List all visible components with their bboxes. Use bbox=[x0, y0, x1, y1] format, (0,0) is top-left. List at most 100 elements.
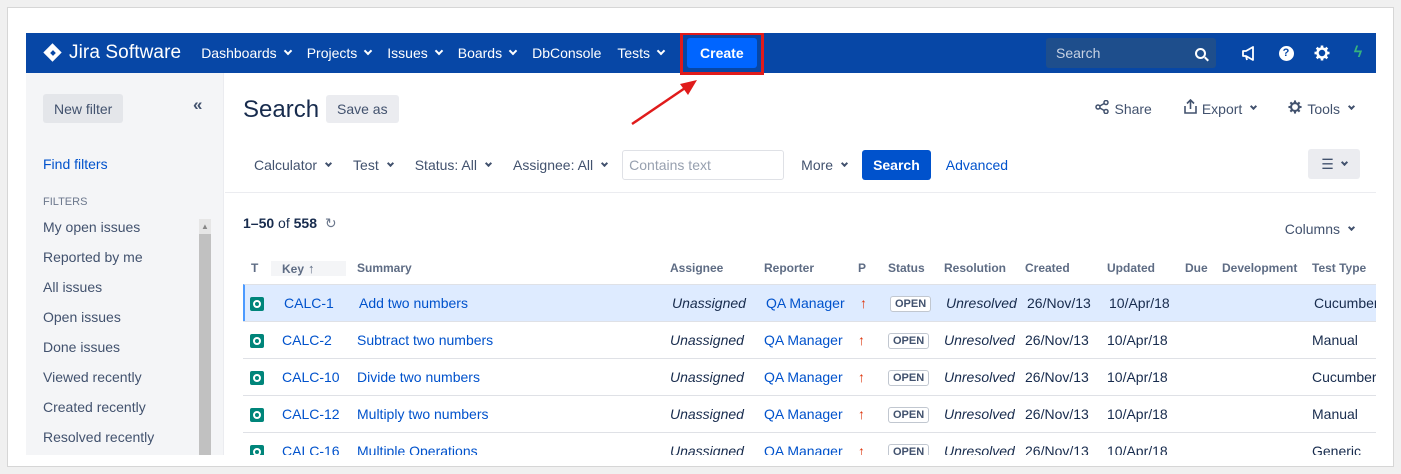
issue-key-link[interactable]: CALC-2 bbox=[271, 332, 346, 348]
cell-test-type: Cucumber bbox=[1314, 295, 1376, 311]
col-resolution[interactable]: Resolution bbox=[934, 261, 1015, 275]
reporter-link[interactable]: QA Manager bbox=[754, 406, 848, 422]
layout-switcher-button[interactable]: ☰ bbox=[1308, 149, 1360, 179]
nav-tests[interactable]: Tests bbox=[609, 33, 672, 73]
find-filters-link[interactable]: Find filters bbox=[43, 156, 108, 172]
nav-issues[interactable]: Issues bbox=[379, 33, 449, 73]
nav-dashboards[interactable]: Dashboards bbox=[193, 33, 299, 73]
sidebar-scrollbar-thumb[interactable] bbox=[199, 234, 211, 455]
status-filter[interactable]: Status: All bbox=[404, 150, 502, 180]
collapse-sidebar-icon[interactable]: « bbox=[193, 95, 203, 115]
col-development[interactable]: Development bbox=[1212, 261, 1302, 275]
status-badge: OPEN bbox=[888, 333, 930, 349]
col-updated[interactable]: Updated bbox=[1097, 261, 1175, 275]
global-search-input[interactable]: Search bbox=[1046, 38, 1216, 68]
product-logo[interactable]: Jira Software bbox=[43, 42, 181, 64]
col-type[interactable]: T bbox=[243, 261, 271, 275]
app-switcher-icon[interactable]: ϟ bbox=[1340, 33, 1376, 73]
nav-dbconsole[interactable]: DbConsole bbox=[524, 33, 609, 73]
gear-icon[interactable] bbox=[1304, 33, 1340, 73]
cell-assignee: Unassigned bbox=[670, 406, 744, 422]
share-button[interactable]: Share bbox=[1095, 99, 1152, 118]
issue-summary-link[interactable]: Subtract two numbers bbox=[346, 332, 660, 348]
issue-summary-link[interactable]: Add two numbers bbox=[348, 295, 662, 311]
cell-test-type: Cucumber bbox=[1312, 369, 1376, 385]
filter-all-issues[interactable]: All issues bbox=[43, 279, 154, 309]
col-test-type[interactable]: Test Type bbox=[1302, 261, 1376, 275]
col-priority[interactable]: P bbox=[848, 261, 878, 275]
filter-viewed-recently[interactable]: Viewed recently bbox=[43, 369, 154, 399]
issue-key-link[interactable]: CALC-10 bbox=[271, 369, 346, 385]
filter-reported-by-me[interactable]: Reported by me bbox=[43, 249, 154, 279]
cell-resolution: Unresolved bbox=[944, 369, 1015, 385]
test-type-icon bbox=[250, 445, 264, 455]
assignee-filter[interactable]: Assignee: All bbox=[502, 150, 618, 180]
cell-updated: 10/Apr/18 bbox=[1107, 406, 1168, 422]
table-row[interactable]: CALC-2 Subtract two numbers Unassigned Q… bbox=[243, 321, 1376, 358]
filter-list: My open issues Reported by me All issues… bbox=[43, 219, 154, 455]
divider bbox=[225, 192, 1376, 193]
col-assignee[interactable]: Assignee bbox=[660, 261, 754, 275]
col-due[interactable]: Due bbox=[1175, 261, 1212, 275]
test-type-icon bbox=[250, 371, 264, 386]
share-icon bbox=[1095, 99, 1110, 118]
table-row[interactable]: CALC-16 Multiple Operations Unassigned Q… bbox=[243, 432, 1376, 455]
nav-boards[interactable]: Boards bbox=[450, 33, 524, 73]
megaphone-icon[interactable] bbox=[1232, 33, 1268, 73]
main-content: Search Save as Share Export Tools Calcul… bbox=[225, 73, 1376, 455]
nav-label: Tests bbox=[617, 45, 651, 61]
col-summary[interactable]: Summary bbox=[346, 261, 660, 275]
table-row[interactable]: CALC-12 Multiply two numbers Unassigned … bbox=[243, 395, 1376, 432]
cell-updated: 10/Apr/18 bbox=[1109, 295, 1170, 311]
reporter-link[interactable]: QA Manager bbox=[756, 295, 850, 311]
cell-test-type: Manual bbox=[1312, 406, 1358, 422]
project-filter[interactable]: Calculator bbox=[243, 150, 342, 180]
search-icon bbox=[1195, 47, 1206, 59]
reporter-link[interactable]: QA Manager bbox=[754, 369, 848, 385]
issue-key-link[interactable]: CALC-1 bbox=[273, 295, 348, 311]
issue-key-link[interactable]: CALC-12 bbox=[271, 406, 346, 422]
filter-my-open-issues[interactable]: My open issues bbox=[43, 219, 154, 249]
export-button[interactable]: Export bbox=[1184, 98, 1258, 118]
scroll-up-icon[interactable]: ▲ bbox=[199, 222, 211, 232]
filter-open-issues[interactable]: Open issues bbox=[43, 309, 154, 339]
issue-summary-link[interactable]: Multiple Operations bbox=[346, 443, 660, 455]
cell-updated: 10/Apr/18 bbox=[1107, 443, 1168, 455]
filter-done-issues[interactable]: Done issues bbox=[43, 339, 154, 369]
jira-logo-icon bbox=[43, 43, 63, 63]
contains-text-input[interactable] bbox=[622, 150, 785, 180]
filters-heading: FILTERS bbox=[43, 196, 88, 208]
col-key[interactable]: Key ↑ bbox=[271, 260, 346, 276]
tools-label: Tools bbox=[1307, 100, 1340, 117]
type-filter[interactable]: Test bbox=[342, 150, 404, 180]
search-button[interactable]: Search bbox=[862, 150, 931, 180]
help-icon[interactable]: ? bbox=[1268, 33, 1304, 73]
columns-button[interactable]: Columns bbox=[1285, 221, 1356, 237]
table-row[interactable]: CALC-1 Add two numbers Unassigned QA Man… bbox=[243, 284, 1376, 321]
create-button[interactable]: Create bbox=[687, 38, 757, 68]
new-filter-button[interactable]: New filter bbox=[43, 94, 124, 123]
filters-sidebar: New filter « Find filters FILTERS My ope… bbox=[26, 73, 224, 455]
tools-button[interactable]: Tools bbox=[1288, 99, 1356, 118]
refresh-icon[interactable]: ↻ bbox=[325, 215, 337, 231]
export-icon bbox=[1184, 98, 1197, 118]
col-reporter[interactable]: Reporter bbox=[754, 261, 848, 275]
advanced-search-link[interactable]: Advanced bbox=[946, 157, 1008, 173]
cell-updated: 10/Apr/18 bbox=[1107, 332, 1168, 348]
issue-summary-link[interactable]: Multiply two numbers bbox=[346, 406, 660, 422]
nav-projects[interactable]: Projects bbox=[299, 33, 380, 73]
cell-created: 26/Nov/13 bbox=[1025, 406, 1089, 422]
table-row[interactable]: CALC-10 Divide two numbers Unassigned QA… bbox=[243, 358, 1376, 395]
col-status[interactable]: Status bbox=[878, 261, 934, 275]
more-filter[interactable]: More bbox=[790, 150, 858, 180]
issue-summary-link[interactable]: Divide two numbers bbox=[346, 369, 660, 385]
save-as-button[interactable]: Save as bbox=[326, 95, 399, 123]
filter-created-recently[interactable]: Created recently bbox=[43, 399, 154, 429]
issue-key-link[interactable]: CALC-16 bbox=[271, 443, 346, 455]
filter-resolved-recently[interactable]: Resolved recently bbox=[43, 429, 154, 455]
cell-assignee: Unassigned bbox=[672, 295, 746, 311]
results-total: 558 bbox=[293, 215, 317, 231]
reporter-link[interactable]: QA Manager bbox=[754, 443, 848, 455]
reporter-link[interactable]: QA Manager bbox=[754, 332, 848, 348]
col-created[interactable]: Created bbox=[1015, 261, 1097, 275]
